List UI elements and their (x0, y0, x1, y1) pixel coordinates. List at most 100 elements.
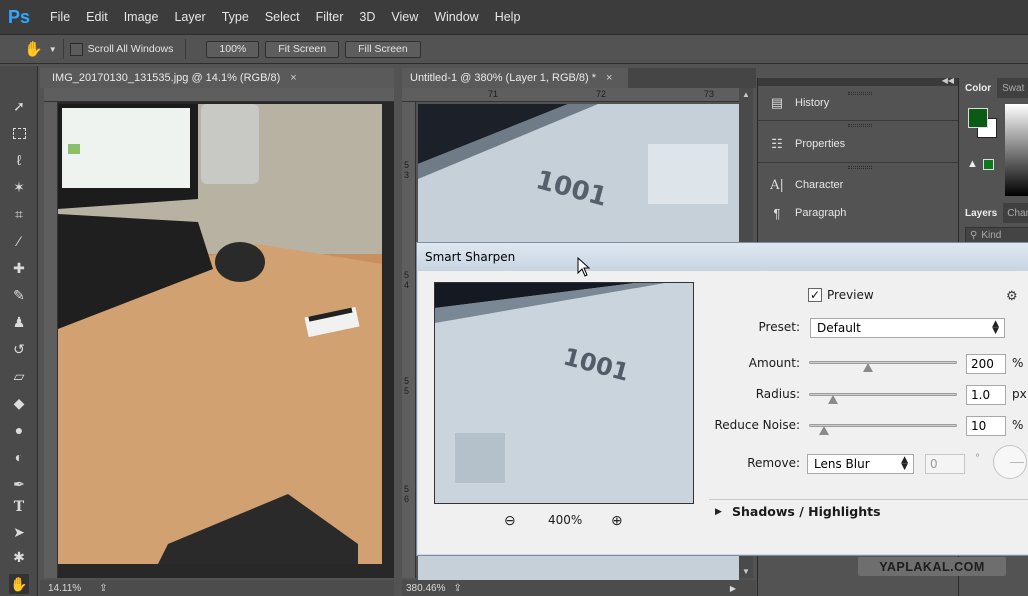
amount-slider-thumb[interactable] (863, 363, 873, 372)
chevron-updown-icon: ▲ ▼ (901, 455, 908, 472)
blur-tool-icon[interactable]: ● (9, 420, 29, 440)
hand-tool-icon[interactable]: ✋ (24, 40, 43, 58)
scroll-right-icon[interactable]: ▶ (730, 584, 736, 593)
fill-screen-button[interactable]: Fill Screen (345, 40, 421, 58)
menu-layer[interactable]: Layer (166, 10, 213, 24)
tab-swatches[interactable]: Swat (997, 83, 1028, 94)
brush-tool-icon[interactable]: ✎ (9, 285, 29, 305)
web-safe-color-icon[interactable] (983, 159, 994, 170)
close-icon[interactable]: × (606, 72, 612, 84)
separator (185, 39, 187, 59)
foreground-color-swatch[interactable] (968, 108, 988, 128)
eyedropper-tool-icon[interactable]: ⁄ (9, 231, 29, 251)
panel-grip[interactable] (848, 92, 872, 95)
preview-checkbox[interactable]: ✓ (808, 288, 822, 302)
tab-document-1[interactable]: IMG_20170130_131535.jpg @ 14.1% (RGB/8) … (40, 68, 394, 88)
horizontal-ruler (44, 88, 394, 102)
tab-channels[interactable]: Char (1003, 208, 1028, 219)
amount-slider[interactable] (809, 361, 957, 364)
gear-icon[interactable]: ⚙ (1006, 288, 1018, 304)
layers-tabs: Layers Char (959, 203, 1028, 223)
share-icon[interactable]: ⇪ (453, 583, 461, 594)
preview-label: Preview (827, 288, 874, 302)
shadows-highlights-toggle[interactable]: Shadows / Highlights (732, 504, 881, 519)
document-2-zoom-value[interactable]: 380.46% (406, 583, 445, 594)
path-selection-tool-icon[interactable]: ➤ (9, 522, 29, 542)
document-1-status-bar: 14.11% ⇪ (40, 580, 394, 596)
zoom-out-icon[interactable]: ⊖ (504, 512, 516, 529)
preset-select[interactable]: Default ▲ ▼ (810, 318, 1005, 338)
angle-dial[interactable] (993, 445, 1027, 479)
color-ramp[interactable] (1005, 104, 1028, 196)
tab-layers[interactable]: Layers (959, 203, 1004, 223)
menu-window[interactable]: Window (426, 10, 486, 24)
document-1-title: IMG_20170130_131535.jpg @ 14.1% (RGB/8) (52, 72, 281, 84)
gamut-warning-icon[interactable]: ▲ (967, 158, 978, 170)
menu-view[interactable]: View (383, 10, 426, 24)
radius-input[interactable]: 1.0 (966, 385, 1006, 405)
layer-filter-kind[interactable]: ⚲ Kind (965, 227, 1028, 243)
document-1-zoom-value[interactable]: 14.11% (48, 583, 81, 594)
custom-shape-tool-icon[interactable]: ✱ (9, 547, 29, 567)
panel-grip[interactable] (848, 166, 872, 169)
character-panel-button[interactable]: A| Character (768, 174, 843, 196)
menu-3d[interactable]: 3D (351, 10, 383, 24)
eraser-tool-icon[interactable]: ▱ (9, 366, 29, 386)
fit-screen-button[interactable]: Fit Screen (265, 40, 340, 58)
properties-label: Properties (795, 138, 846, 150)
zoom-in-icon[interactable]: ⊕ (611, 512, 623, 529)
healing-brush-tool-icon[interactable]: ✚ (9, 258, 29, 278)
collapse-icon[interactable]: ◀◀ (942, 76, 954, 85)
lasso-tool-icon[interactable]: ℓ (9, 150, 29, 170)
menu-filter[interactable]: Filter (308, 10, 352, 24)
preset-label: Preset: (758, 320, 800, 334)
document-1-canvas[interactable] (58, 104, 382, 564)
history-brush-tool-icon[interactable]: ↺ (9, 339, 29, 359)
tab-bar-empty (628, 68, 756, 88)
reduce-noise-slider[interactable] (809, 424, 957, 427)
paragraph-panel-button[interactable]: ¶ Paragraph (768, 202, 847, 224)
type-tool-icon[interactable]: T (9, 497, 29, 517)
clone-stamp-tool-icon[interactable]: ♟ (9, 312, 29, 332)
amount-input[interactable]: 200 (966, 354, 1006, 374)
share-icon[interactable]: ⇪ (99, 583, 107, 594)
expand-triangle-icon[interactable]: ▶ (715, 506, 722, 517)
pen-tool-icon[interactable]: ✒ (9, 474, 29, 494)
properties-panel-button[interactable]: ☷ Properties (768, 133, 845, 155)
ruler-tick: 4 (404, 280, 410, 290)
tab-document-2[interactable]: Untitled-1 @ 380% (Layer 1, RGB/8) * × (402, 68, 628, 88)
scroll-up-icon[interactable]: ▲ (742, 90, 750, 99)
filter-preview[interactable]: 1001 (434, 282, 694, 504)
history-panel-button[interactable]: ▤ History (768, 92, 829, 114)
hand-tool-icon[interactable]: ✋ (9, 574, 29, 594)
divider (758, 120, 958, 121)
angle-input[interactable]: 0 (925, 454, 965, 474)
scroll-down-icon[interactable]: ▼ (742, 567, 750, 576)
vertical-ruler: 5 3 5 4 5 5 5 6 (402, 102, 416, 578)
zoom-100-button[interactable]: 100% (206, 40, 260, 58)
menu-image[interactable]: Image (116, 10, 167, 24)
menu-type[interactable]: Type (214, 10, 257, 24)
paint-bucket-tool-icon[interactable]: ◆ (9, 393, 29, 413)
reduce-noise-slider-thumb[interactable] (819, 426, 829, 435)
panel-grip[interactable] (848, 124, 872, 127)
magic-wand-tool-icon[interactable]: ✶ (9, 177, 29, 197)
marquee-tool-icon[interactable] (9, 123, 29, 143)
menu-select[interactable]: Select (257, 10, 308, 24)
scroll-all-label: Scroll All Windows (87, 43, 174, 55)
crop-tool-icon[interactable]: ⌗ (9, 204, 29, 224)
remove-select[interactable]: Lens Blur ▲ ▼ (807, 454, 914, 474)
menu-file[interactable]: File (42, 10, 78, 24)
ruler-tick: 5 (404, 386, 410, 396)
menu-help[interactable]: Help (487, 10, 529, 24)
tab-color[interactable]: Color (959, 78, 998, 98)
scroll-all-checkbox[interactable] (69, 42, 83, 56)
close-icon[interactable]: × (290, 72, 296, 84)
dodge-tool-icon[interactable]: ◐ (9, 447, 29, 467)
menu-edit[interactable]: Edit (78, 10, 116, 24)
reduce-noise-input[interactable]: 10 (966, 416, 1006, 436)
dialog-title-bar[interactable]: Smart Sharpen (417, 243, 1028, 271)
move-tool-icon[interactable]: ➚ (9, 96, 29, 116)
tool-preset-dropdown-icon[interactable]: ▼ (49, 45, 57, 54)
radius-slider-thumb[interactable] (828, 395, 838, 404)
